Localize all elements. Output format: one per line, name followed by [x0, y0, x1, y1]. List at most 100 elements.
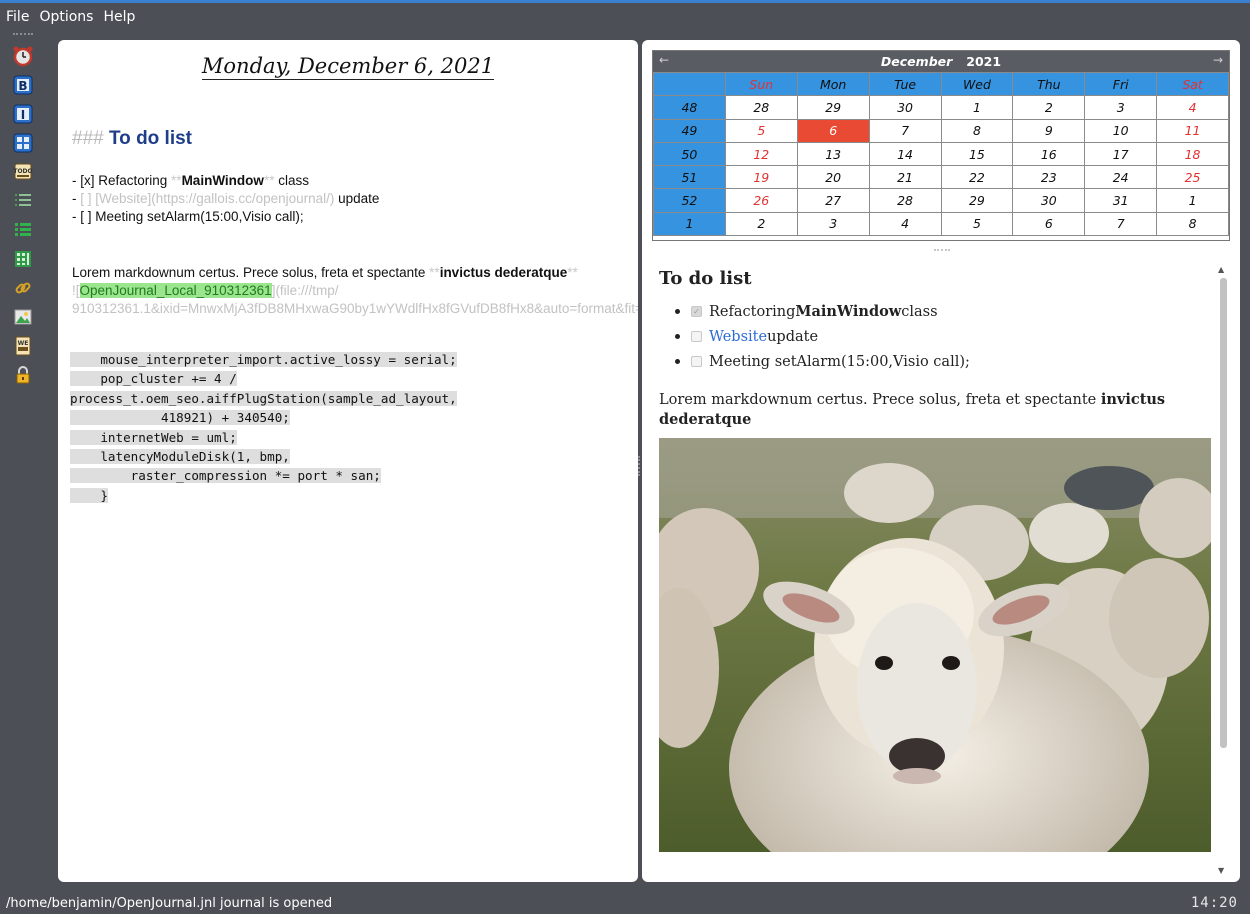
- calendar-day[interactable]: 30: [1012, 188, 1086, 213]
- day-header: Tue: [868, 71, 942, 97]
- calendar-day[interactable]: 21: [868, 165, 942, 190]
- calendar-day[interactable]: 3: [796, 211, 870, 237]
- calendar-day[interactable]: 2: [724, 211, 798, 237]
- code-line: 418921) + 340540;: [70, 410, 290, 426]
- preview-paragraph: Lorem markdownum certus. Prece solus, fr…: [659, 391, 1166, 428]
- image-link-label[interactable]: OpenJournal_Local_910312361: [79, 283, 272, 298]
- link-button[interactable]: [10, 275, 36, 301]
- calendar-day[interactable]: 14: [868, 141, 942, 167]
- calendar-year-select[interactable]: 2021: [966, 54, 1001, 69]
- wiki-button[interactable]: WE: [10, 333, 36, 359]
- calendar-day[interactable]: 4: [868, 211, 942, 237]
- calendar-day[interactable]: 9: [1012, 118, 1086, 143]
- svg-text:I: I: [21, 108, 25, 122]
- calendar-day[interactable]: 28: [724, 95, 798, 120]
- calendar-day[interactable]: 12: [724, 141, 798, 167]
- calendar-day[interactable]: 8: [940, 118, 1014, 143]
- calendar-day[interactable]: 23: [1012, 165, 1086, 190]
- checkbox[interactable]: [691, 356, 702, 367]
- calendar-day[interactable]: 31: [1084, 188, 1158, 213]
- code-line: pop_cluster += 4 /: [70, 371, 237, 387]
- calendar-day[interactable]: 5: [724, 118, 798, 143]
- calendar-day[interactable]: 1: [940, 95, 1014, 120]
- calendar-day[interactable]: 13: [796, 141, 870, 167]
- alarm-clock-icon: [13, 46, 33, 67]
- scroll-up-icon[interactable]: ▲: [1218, 265, 1224, 274]
- code-line: raster_compression *= port * san;: [70, 468, 381, 484]
- editor-todo-lines: - [x] Refactoring **MainWindow** class -…: [72, 172, 622, 226]
- day-header: Thu: [1012, 71, 1086, 97]
- markdown-preview: To do list ✓ Refactoring MainWindow clas…: [659, 268, 1215, 852]
- calendar-day-selected[interactable]: 6: [796, 118, 870, 143]
- calendar-day[interactable]: 17: [1084, 141, 1158, 167]
- week-number-header: [653, 71, 726, 97]
- lock-button[interactable]: [10, 362, 36, 388]
- calendar-day[interactable]: 7: [1084, 211, 1158, 237]
- calendar-header-row: Sun Mon Tue Wed Thu Fri Sat: [653, 71, 1229, 97]
- calendar-day[interactable]: 20: [796, 165, 870, 190]
- calendar-month-select[interactable]: December: [881, 54, 952, 69]
- calendar-day[interactable]: 8: [1156, 211, 1229, 237]
- list-icon: [15, 194, 31, 206]
- calendar-splitter[interactable]: [934, 249, 950, 251]
- calendar-day[interactable]: 24: [1084, 165, 1158, 190]
- calendar-day[interactable]: 29: [940, 188, 1014, 213]
- calendar-day[interactable]: 26: [724, 188, 798, 213]
- preview-todo-item: ✓ Refactoring MainWindow class: [675, 299, 1215, 324]
- preview-todo-item: Website update: [675, 324, 1215, 349]
- table-button[interactable]: [10, 130, 36, 156]
- alarm-button[interactable]: [10, 43, 36, 69]
- calendar-day[interactable]: 15: [940, 141, 1014, 167]
- editor-heading: ### To do list: [72, 128, 192, 150]
- calendar-day[interactable]: 29: [796, 95, 870, 120]
- next-month-button[interactable]: →: [1213, 53, 1223, 67]
- calendar-day[interactable]: 19: [724, 165, 798, 190]
- calendar-day[interactable]: 22: [940, 165, 1014, 190]
- menu-file[interactable]: File: [6, 9, 29, 25]
- link-icon: [15, 282, 31, 294]
- code-line: process_t.oem_seo.aiffPlugStation(sample…: [70, 390, 457, 406]
- calendar-day[interactable]: 28: [868, 188, 942, 213]
- calendar-day[interactable]: 2: [1012, 95, 1086, 120]
- day-header: Sun: [724, 71, 798, 97]
- calendar-day[interactable]: 7: [868, 118, 942, 143]
- toolbar-grip[interactable]: [13, 33, 33, 37]
- table-icon: [13, 133, 33, 153]
- calendar-day[interactable]: 1: [1156, 188, 1229, 213]
- menu-options[interactable]: Options: [39, 9, 93, 25]
- menu-help[interactable]: Help: [103, 9, 135, 25]
- website-link[interactable]: Website: [709, 329, 767, 345]
- list-button[interactable]: [10, 188, 36, 214]
- calendar-day[interactable]: 5: [940, 211, 1014, 237]
- checkbox-checked[interactable]: ✓: [691, 306, 702, 317]
- colored-list-button[interactable]: [10, 217, 36, 243]
- markdown-editor[interactable]: Monday, December 6, 2021 ### To do list …: [58, 40, 638, 882]
- todo-button[interactable]: TODO: [10, 159, 36, 185]
- calendar-day[interactable]: 18: [1156, 141, 1229, 167]
- bullet: [675, 359, 680, 364]
- journal-date-title: Monday, December 6, 2021: [201, 54, 495, 80]
- calendar-day[interactable]: 4: [1156, 95, 1229, 120]
- bold-button[interactable]: B: [10, 72, 36, 98]
- week-number: 52: [653, 188, 726, 213]
- scrollbar-thumb[interactable]: [1220, 278, 1227, 748]
- italic-button[interactable]: I: [10, 101, 36, 127]
- calendar: ← December 2021 → Sun Mon Tue Wed Thu Fr…: [652, 50, 1230, 241]
- prev-month-button[interactable]: ←: [659, 53, 669, 67]
- code-line: internetWeb = uml;: [70, 429, 237, 445]
- scroll-down-icon[interactable]: ▼: [1218, 866, 1224, 875]
- grid-button[interactable]: [10, 246, 36, 272]
- checkbox[interactable]: [691, 331, 702, 342]
- preview-scrollbar[interactable]: ▲ ▼: [1216, 265, 1230, 875]
- calendar-day[interactable]: 16: [1012, 141, 1086, 167]
- calendar-day[interactable]: 6: [1012, 211, 1086, 237]
- calendar-day[interactable]: 27: [796, 188, 870, 213]
- calendar-day[interactable]: 11: [1156, 118, 1229, 143]
- image-button[interactable]: [10, 304, 36, 330]
- calendar-day[interactable]: 10: [1084, 118, 1158, 143]
- calendar-day[interactable]: 30: [868, 95, 942, 120]
- week-number: 48: [653, 95, 726, 120]
- calendar-day[interactable]: 3: [1084, 95, 1158, 120]
- calendar-day[interactable]: 25: [1156, 165, 1229, 190]
- heading-marker: ###: [72, 128, 104, 149]
